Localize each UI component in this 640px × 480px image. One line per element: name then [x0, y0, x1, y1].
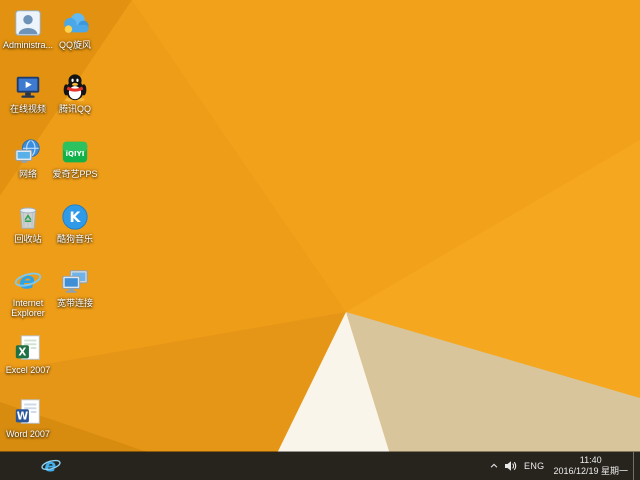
video-monitor-icon [2, 72, 54, 102]
desktop-icon-broadband[interactable]: 宽带连接 [49, 266, 101, 308]
svg-text:W: W [17, 411, 29, 423]
cloud-download-icon [49, 8, 101, 38]
volume-button[interactable] [502, 452, 519, 480]
desktop-icon-iqiyi-pps[interactable]: iQIYI 爱奇艺PPS [49, 137, 101, 179]
icon-label: 在线视频 [9, 104, 46, 114]
svg-text:K: K [70, 210, 82, 226]
speaker-icon [505, 461, 517, 471]
kugou-icon: K [49, 202, 101, 232]
desktop: Administra... 在线视频 网络 回收站 e Internet Exp… [0, 0, 640, 480]
desktop-icon-internet-explorer[interactable]: e Internet Explorer [2, 266, 54, 319]
icon-label: 腾讯QQ [58, 104, 91, 114]
icon-label: 爱奇艺PPS [52, 169, 98, 179]
clock-time: 11:40 [579, 455, 602, 465]
desktop-icon-online-video[interactable]: 在线视频 [2, 72, 54, 114]
icon-label: QQ旋风 [58, 40, 91, 50]
icon-label: 网络 [18, 169, 37, 179]
recycle-bin-icon [2, 202, 54, 232]
word-icon: W [2, 397, 54, 427]
internet-explorer-icon: e [2, 266, 54, 296]
show-hidden-icons-button[interactable] [485, 452, 502, 480]
desktop-icon-administrator[interactable]: Administra... [2, 8, 54, 50]
svg-text:e: e [44, 457, 56, 477]
desktop-icon-tencent-qq[interactable]: 腾讯QQ [49, 72, 101, 114]
taskbar: e ENG 11:40 2016/12/19 星期一 [0, 452, 640, 480]
desktop-icon-network[interactable]: 网络 [2, 137, 54, 179]
internet-explorer-icon: e [41, 457, 61, 477]
icon-label: 回收站 [14, 234, 42, 244]
iqiyi-icon: iQIYI [49, 137, 101, 167]
qq-penguin-icon [49, 72, 101, 102]
icon-label: Administra... [2, 40, 53, 50]
icon-label: 酷狗音乐 [56, 234, 93, 244]
icon-label: Word 2007 [6, 429, 50, 439]
excel-icon: X [2, 333, 54, 363]
chevron-up-icon [490, 463, 497, 468]
clock-date: 2016/12/19 星期一 [553, 466, 628, 476]
user-account-icon [2, 8, 54, 38]
icon-label: Internet Explorer [11, 298, 45, 318]
desktop-icon-excel-2007[interactable]: X Excel 2007 [2, 333, 54, 375]
desktop-icon-word-2007[interactable]: W Word 2007 [2, 397, 54, 439]
desktop-icon-recycle-bin[interactable]: 回收站 [2, 202, 54, 244]
svg-text:iQIYI: iQIYI [66, 149, 85, 158]
language-indicator[interactable]: ENG [519, 461, 549, 471]
svg-text:e: e [19, 267, 35, 295]
system-tray: ENG 11:40 2016/12/19 星期一 [485, 452, 640, 480]
network-globe-icon [2, 137, 54, 167]
taskbar-ie-button[interactable]: e [36, 453, 66, 479]
icon-label: Excel 2007 [5, 365, 51, 375]
desktop-icon-qq-xuanfeng[interactable]: QQ旋风 [49, 8, 101, 50]
svg-text:X: X [18, 347, 26, 359]
desktop-icon-kugou-music[interactable]: K 酷狗音乐 [49, 202, 101, 244]
icon-label: 宽带连接 [56, 298, 93, 308]
clock[interactable]: 11:40 2016/12/19 星期一 [549, 455, 633, 477]
dual-monitor-icon [49, 266, 101, 296]
show-desktop-button[interactable] [633, 452, 640, 480]
